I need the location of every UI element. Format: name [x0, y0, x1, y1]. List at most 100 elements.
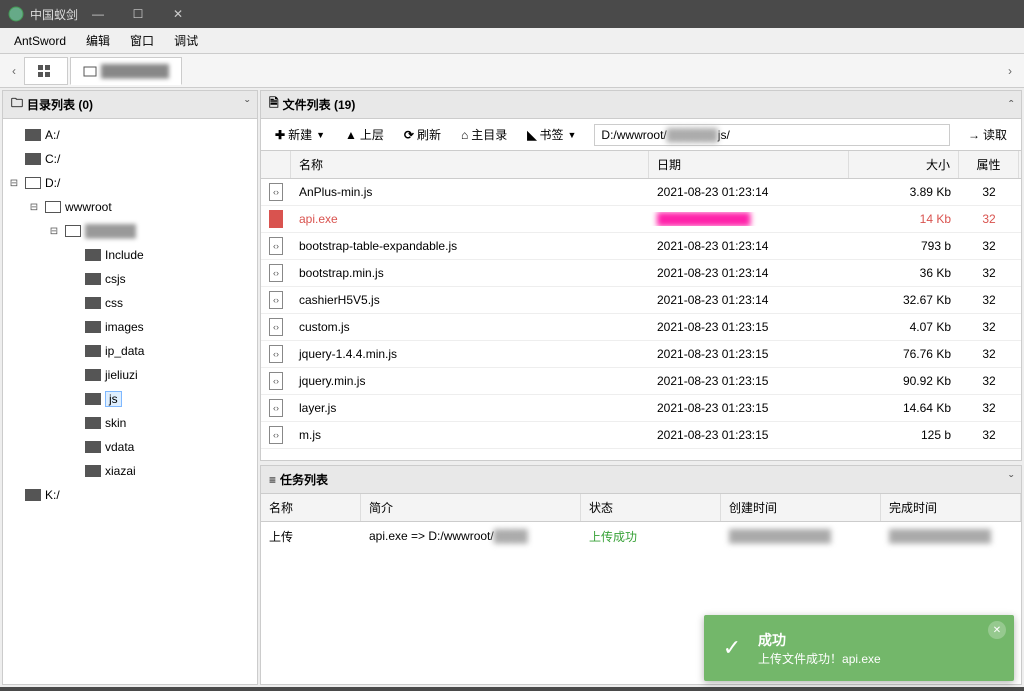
- file-icon: ‹›: [269, 318, 283, 336]
- folder-open-icon: [65, 225, 81, 237]
- file-attr: 32: [959, 401, 1019, 415]
- tab-home[interactable]: [24, 57, 68, 85]
- file-row[interactable]: api.exe███████████14 Kb32: [261, 206, 1021, 233]
- refresh-button[interactable]: ⟳刷新: [396, 123, 449, 147]
- file-panel-header[interactable]: 🗎文件列表 (19) ˆ: [261, 91, 1021, 119]
- file-row[interactable]: ‹›m.js2021-08-23 01:23:15125 b32: [261, 422, 1021, 449]
- file-date: 2021-08-23 01:23:14: [649, 266, 849, 280]
- menu-window[interactable]: 窗口: [120, 28, 164, 53]
- file-icon: ‹›: [269, 345, 283, 363]
- file-attr: 32: [959, 266, 1019, 280]
- file-attr: 32: [959, 293, 1019, 307]
- file-row[interactable]: ‹› bootstrap-table-expandable.js2021-08-2…: [261, 233, 1021, 260]
- tree-wwwroot[interactable]: ⊟wwwroot: [3, 195, 257, 219]
- file-date: 2021-08-23 01:23:15: [649, 401, 849, 415]
- chevron-down-icon[interactable]: ˇ: [245, 98, 249, 112]
- col-date[interactable]: 日期: [649, 151, 849, 178]
- file-size: 36 Kb: [849, 266, 959, 280]
- tab-file-manager[interactable]: ████████: [70, 57, 182, 85]
- chevron-up-icon[interactable]: ˆ: [1009, 98, 1013, 112]
- tree-folder-Include[interactable]: Include: [3, 243, 257, 267]
- tab-nav-left-icon[interactable]: ‹: [4, 58, 24, 84]
- tree-folder-ip_data[interactable]: ip_data: [3, 339, 257, 363]
- file-icon: ‹›: [269, 291, 283, 309]
- file-icon: ‹›: [269, 399, 283, 417]
- tree-folder-csjs[interactable]: csjs: [3, 267, 257, 291]
- tree-folder-css[interactable]: css: [3, 291, 257, 315]
- file-row[interactable]: ‹› jquery-1.4.4.min.js2021-08-23 01:23:15…: [261, 341, 1021, 368]
- minimize-button[interactable]: —: [78, 0, 118, 28]
- folder-icon: [85, 249, 101, 261]
- tab-label-blurred: ████████: [101, 64, 169, 78]
- new-button[interactable]: ✚新建▼: [267, 123, 333, 147]
- file-icon: ‹›: [269, 237, 283, 255]
- col-size[interactable]: 大小: [849, 151, 959, 178]
- titlebar: 中国蚁剑 — ☐ ✕: [0, 0, 1024, 28]
- tree-folder-js[interactable]: js: [3, 387, 257, 411]
- tree-drive-a[interactable]: A:/: [3, 123, 257, 147]
- file-size: 793 b: [849, 239, 959, 253]
- tree-folder-skin[interactable]: skin: [3, 411, 257, 435]
- file-row[interactable]: ‹› cashierH5V5.js2021-08-23 01:23:1432.67…: [261, 287, 1021, 314]
- menu-debug[interactable]: 调试: [164, 28, 208, 53]
- file-date: 2021-08-23 01:23:15: [649, 374, 849, 388]
- plus-icon: ✚: [275, 128, 285, 142]
- folder-icon: [25, 489, 41, 501]
- read-button[interactable]: →读取: [960, 123, 1015, 147]
- chevron-down-icon[interactable]: ˇ: [1009, 473, 1013, 487]
- tree-drive-d[interactable]: ⊟D:/: [3, 171, 257, 195]
- directory-panel-header[interactable]: 🗀目录列表 (0) ˇ: [3, 91, 257, 119]
- bookmark-button[interactable]: ◣书签▼: [519, 123, 584, 147]
- tcol-state[interactable]: 状态: [581, 494, 721, 521]
- menu-edit[interactable]: 编辑: [76, 28, 120, 53]
- file-attr: 32: [959, 347, 1019, 361]
- tcol-ft[interactable]: 完成时间: [881, 494, 1021, 521]
- file-date: 2021-08-23 01:23:14: [649, 293, 849, 307]
- file-toolbar: ✚新建▼ ▲上层 ⟳刷新 ⌂主目录 ◣书签▼ D:/wwwroot/██████…: [261, 119, 1021, 151]
- tab-nav-right-icon[interactable]: ›: [1000, 58, 1020, 84]
- file-icon: ‹›: [269, 426, 283, 444]
- toast-close-button[interactable]: ✕: [988, 621, 1006, 639]
- task-grid-header: 名称 简介 状态 创建时间 完成时间: [261, 494, 1021, 522]
- file-row[interactable]: ‹›AnPlus-min.js2021-08-23 01:23:143.89 K…: [261, 179, 1021, 206]
- file-name: jquery-1.4.4.min.js: [291, 347, 649, 361]
- tree-folder-jieliuzi[interactable]: jieliuzi: [3, 363, 257, 387]
- file-name: cashierH5V5.js: [291, 293, 649, 307]
- file-attr: 32: [959, 239, 1019, 253]
- file-row[interactable]: ‹›custom.js2021-08-23 01:23:154.07 Kb32: [261, 314, 1021, 341]
- up-button[interactable]: ▲上层: [337, 123, 392, 147]
- tcol-name[interactable]: 名称: [261, 494, 361, 521]
- tree-folder-vdata[interactable]: vdata: [3, 435, 257, 459]
- tree-drive-c[interactable]: C:/: [3, 147, 257, 171]
- file-attr: 32: [959, 320, 1019, 334]
- file-date: 2021-08-23 01:23:14: [649, 239, 849, 253]
- file-row[interactable]: ‹›layer.js2021-08-23 01:23:1514.64 Kb32: [261, 395, 1021, 422]
- maximize-button[interactable]: ☐: [118, 0, 158, 28]
- tree-folder-xiazai[interactable]: xiazai: [3, 459, 257, 483]
- tcol-desc[interactable]: 简介: [361, 494, 581, 521]
- file-name: AnPlus-min.js: [291, 185, 649, 199]
- menu-antsword[interactable]: AntSword: [4, 30, 76, 52]
- task-row[interactable]: 上传 api.exe => D:/wwwroot/████ 上传成功 █████…: [261, 522, 1021, 550]
- col-name[interactable]: 名称: [291, 151, 649, 178]
- tcol-ct[interactable]: 创建时间: [721, 494, 881, 521]
- tree-folder-images[interactable]: images: [3, 315, 257, 339]
- tree-drive-k[interactable]: K:/: [3, 483, 257, 507]
- path-input[interactable]: D:/wwwroot/██████js/: [594, 124, 950, 146]
- task-panel-header[interactable]: ≡任务列表 ˇ: [261, 466, 1021, 494]
- folder-open-icon: [25, 177, 41, 189]
- col-attr[interactable]: 属性: [959, 151, 1019, 178]
- toast-body: 上传文件成功！api.exe: [758, 650, 881, 667]
- close-button[interactable]: ✕: [158, 0, 198, 28]
- file-size: 125 b: [849, 428, 959, 442]
- file-size: 3.89 Kb: [849, 185, 959, 199]
- home-button[interactable]: ⌂主目录: [453, 123, 515, 147]
- file-row[interactable]: ‹›bootstrap.min.js2021-08-23 01:23:1436 …: [261, 260, 1021, 287]
- file-date: 2021-08-23 01:23:15: [649, 347, 849, 361]
- file-row[interactable]: ‹›jquery.min.js2021-08-23 01:23:1590.92 …: [261, 368, 1021, 395]
- file-name: bootstrap-table-expandable.js: [291, 239, 649, 253]
- tabbar: ‹ ████████ ›: [0, 54, 1024, 88]
- file-size: 32.67 Kb: [849, 293, 959, 307]
- file-name: bootstrap.min.js: [291, 266, 649, 280]
- tree-blurred-folder[interactable]: ⊟██████: [3, 219, 257, 243]
